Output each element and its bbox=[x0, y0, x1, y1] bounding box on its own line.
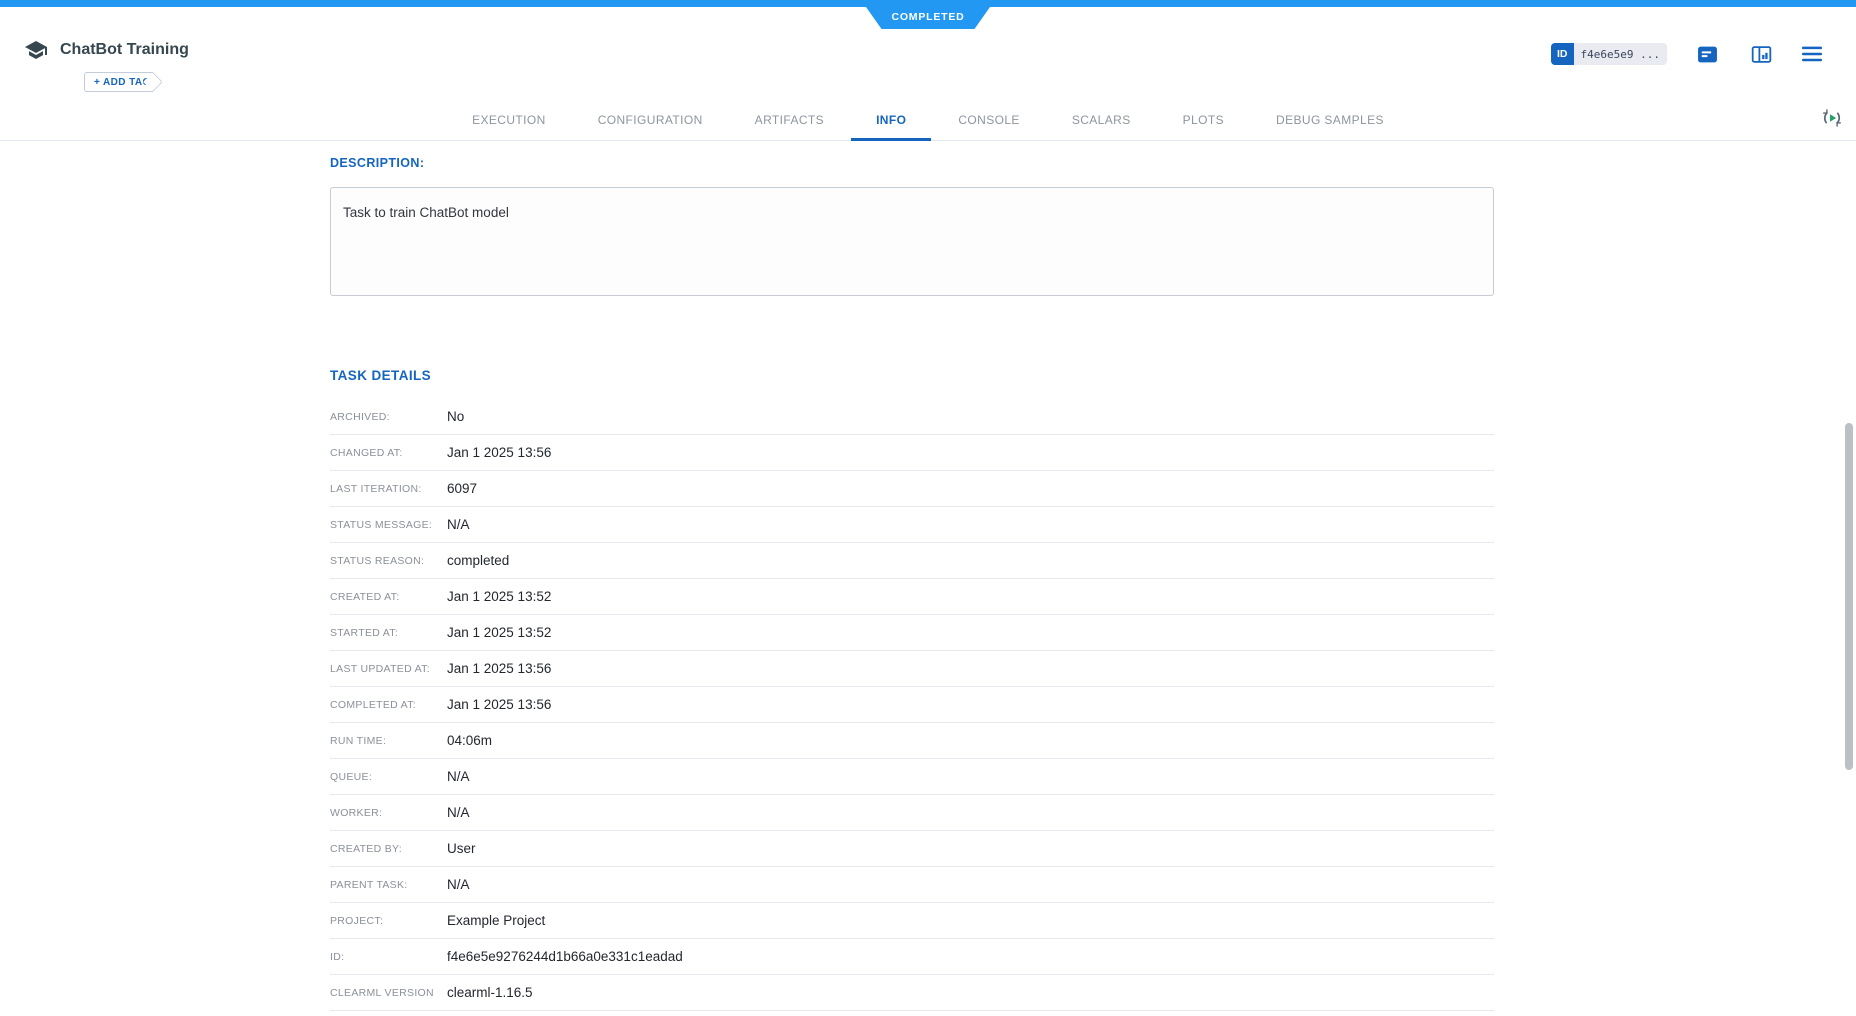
detail-row-created-by: CREATED BY: User bbox=[330, 831, 1494, 867]
detail-value: 6097 bbox=[447, 481, 477, 496]
detail-row-clearml-version: CLEARML VERSION clearml-1.16.5 bbox=[330, 975, 1494, 1011]
detail-value: completed bbox=[447, 553, 509, 568]
hamburger-menu-icon[interactable] bbox=[1802, 46, 1822, 62]
task-id-chip: ID f4e6e5e9 ... bbox=[1551, 43, 1667, 65]
detail-value: User bbox=[447, 841, 476, 856]
detail-value: No bbox=[447, 409, 464, 424]
tab-console[interactable]: CONSOLE bbox=[932, 100, 1045, 140]
detail-label: LAST UPDATED AT: bbox=[330, 663, 447, 675]
detail-label: CREATED AT: bbox=[330, 591, 447, 603]
task-comment-icon[interactable] bbox=[1697, 44, 1718, 65]
detail-row-id: ID: f4e6e5e9276244d1b66a0e331c1eadad bbox=[330, 939, 1494, 975]
tab-info[interactable]: INFO bbox=[850, 100, 932, 140]
task-tabs: EXECUTION CONFIGURATION ARTIFACTS INFO C… bbox=[0, 100, 1856, 141]
detail-label: STARTED AT: bbox=[330, 627, 447, 639]
description-label: DESCRIPTION: bbox=[330, 156, 424, 170]
detail-row-started-at: STARTED AT: Jan 1 2025 13:52 bbox=[330, 615, 1494, 651]
detail-label: RUN TIME: bbox=[330, 735, 447, 747]
detail-label: CHANGED AT: bbox=[330, 447, 447, 459]
detail-value: Jan 1 2025 13:52 bbox=[447, 625, 551, 640]
detail-row-run-time: RUN TIME: 04:06m bbox=[330, 723, 1494, 759]
header-actions: ID f4e6e5e9 ... bbox=[1551, 43, 1822, 65]
detail-label: CREATED BY: bbox=[330, 843, 447, 855]
detail-row-created-at: CREATED AT: Jan 1 2025 13:52 bbox=[330, 579, 1494, 615]
status-badge: COMPLETED bbox=[866, 7, 990, 29]
detail-value: 04:06m bbox=[447, 733, 492, 748]
detail-value: Jan 1 2025 13:56 bbox=[447, 661, 551, 676]
tab-debug-samples[interactable]: DEBUG SAMPLES bbox=[1250, 100, 1410, 140]
description-text: Task to train ChatBot model bbox=[343, 205, 509, 220]
add-tag-button[interactable]: + ADD TAG bbox=[84, 72, 153, 92]
tab-scalars[interactable]: SCALARS bbox=[1046, 100, 1157, 140]
clearml-task-page: COMPLETED ChatBot Training + ADD TAG ID … bbox=[0, 0, 1856, 1016]
task-details-title: TASK DETAILS bbox=[330, 368, 431, 383]
detail-value: N/A bbox=[447, 805, 470, 820]
tab-artifacts[interactable]: ARTIFACTS bbox=[729, 100, 850, 140]
detail-label: COMPLETED AT: bbox=[330, 699, 447, 711]
detail-value: f4e6e5e9276244d1b66a0e331c1eadad bbox=[447, 949, 683, 964]
tab-plots[interactable]: PLOTS bbox=[1157, 100, 1250, 140]
detail-row-queue: QUEUE: N/A bbox=[330, 759, 1494, 795]
id-badge: ID bbox=[1551, 43, 1574, 65]
detail-row-archived: ARCHIVED: No bbox=[330, 399, 1494, 435]
detail-value: Jan 1 2025 13:52 bbox=[447, 589, 551, 604]
detail-label: ID: bbox=[330, 951, 447, 963]
detail-label: PROJECT: bbox=[330, 915, 447, 927]
detail-label: QUEUE: bbox=[330, 771, 447, 783]
add-tag-label: + ADD TAG bbox=[94, 77, 151, 88]
detail-row-worker: WORKER: N/A bbox=[330, 795, 1494, 831]
detail-row-parent-task: PARENT TASK: N/A bbox=[330, 867, 1494, 903]
detail-row-changed-at: CHANGED AT: Jan 1 2025 13:56 bbox=[330, 435, 1494, 471]
detail-label: CLEARML VERSION bbox=[330, 987, 447, 999]
detail-row-last-iteration: LAST ITERATION: 6097 bbox=[330, 471, 1494, 507]
detail-value: clearml-1.16.5 bbox=[447, 985, 533, 1000]
detail-label: PARENT TASK: bbox=[330, 879, 447, 891]
detail-value: Example Project bbox=[447, 913, 545, 928]
detail-value: Jan 1 2025 13:56 bbox=[447, 697, 551, 712]
tab-configuration[interactable]: CONFIGURATION bbox=[572, 100, 729, 140]
detail-label: ARCHIVED: bbox=[330, 411, 447, 423]
task-details-table: ARCHIVED: No CHANGED AT: Jan 1 2025 13:5… bbox=[330, 399, 1494, 1011]
detail-label: WORKER: bbox=[330, 807, 447, 819]
detail-label: STATUS MESSAGE: bbox=[330, 519, 447, 531]
tab-execution[interactable]: EXECUTION bbox=[446, 100, 572, 140]
detail-row-status-reason: STATUS REASON: completed bbox=[330, 543, 1494, 579]
detail-label: LAST ITERATION: bbox=[330, 483, 447, 495]
add-tag-point bbox=[143, 72, 163, 92]
scrollbar-thumb[interactable] bbox=[1845, 423, 1853, 770]
task-title[interactable]: ChatBot Training bbox=[60, 41, 189, 59]
description-input[interactable]: Task to train ChatBot model bbox=[330, 187, 1494, 296]
detail-row-completed-at: COMPLETED AT: Jan 1 2025 13:56 bbox=[330, 687, 1494, 723]
details-panel-icon[interactable] bbox=[1751, 44, 1772, 65]
task-type-icon bbox=[24, 38, 48, 62]
detail-row-last-updated-at: LAST UPDATED AT: Jan 1 2025 13:56 bbox=[330, 651, 1494, 687]
detail-value: N/A bbox=[447, 769, 470, 784]
task-header: ChatBot Training bbox=[24, 38, 189, 62]
status-color-bar bbox=[0, 0, 1856, 7]
detail-row-status-message: STATUS MESSAGE: N/A bbox=[330, 507, 1494, 543]
detail-value: Jan 1 2025 13:56 bbox=[447, 445, 551, 460]
auto-refresh-icon[interactable] bbox=[1821, 107, 1843, 129]
detail-row-project: PROJECT: Example Project bbox=[330, 903, 1494, 939]
detail-value: N/A bbox=[447, 517, 470, 532]
task-id-short[interactable]: f4e6e5e9 ... bbox=[1574, 43, 1667, 65]
detail-label: STATUS REASON: bbox=[330, 555, 447, 567]
detail-value: N/A bbox=[447, 877, 470, 892]
